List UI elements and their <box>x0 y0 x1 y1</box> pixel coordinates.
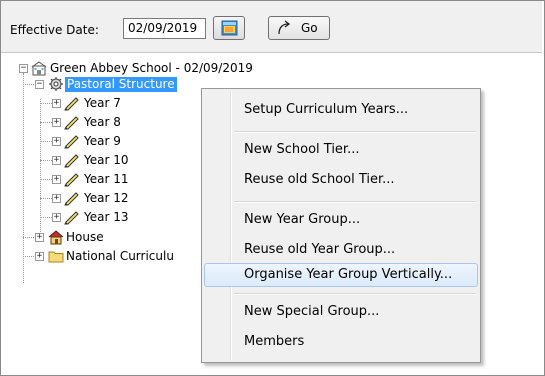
expand-toggle[interactable]: + <box>35 252 44 261</box>
tree-item-year[interactable]: Year 11 <box>84 172 129 187</box>
toolbar: Effective Date: 02/09/2019 Go <box>1 1 542 53</box>
tree-line <box>40 103 52 104</box>
tree-line <box>40 179 52 180</box>
effective-date-label: Effective Date: <box>10 23 99 37</box>
tree-root-label[interactable]: Green Abbey School - 02/09/2019 <box>50 61 253 76</box>
context-menu: Setup Curriculum Years... New School Tie… <box>201 88 481 363</box>
toolbar-divider <box>1 52 542 53</box>
tree-item-year[interactable]: Year 9 <box>84 134 121 149</box>
menu-separator <box>234 201 476 203</box>
go-button[interactable]: Go <box>268 16 330 40</box>
expand-toggle[interactable]: + <box>52 137 61 146</box>
menu-item-new-school-tier[interactable]: New School Tier... <box>204 138 478 162</box>
tree-line <box>40 217 52 218</box>
effective-date-input[interactable]: 02/09/2019 <box>123 18 206 39</box>
school-building-icon <box>31 61 47 76</box>
tree-item-house[interactable]: House <box>66 230 104 245</box>
menu-separator <box>234 131 476 133</box>
tree-line <box>40 198 52 199</box>
expand-toggle[interactable]: + <box>52 213 61 222</box>
year-pencil-icon <box>64 211 79 225</box>
menu-item-reuse-old-year-group[interactable]: Reuse old Year Group... <box>204 238 478 262</box>
year-pencil-icon <box>64 116 79 130</box>
tree-line <box>40 160 52 161</box>
menu-item-new-year-group[interactable]: New Year Group... <box>204 208 478 232</box>
tree-line <box>40 99 41 236</box>
tree-item-year[interactable]: Year 7 <box>84 96 121 111</box>
year-pencil-icon <box>64 135 79 149</box>
menu-separator <box>234 293 476 295</box>
tree-line <box>40 122 52 123</box>
year-pencil-icon <box>64 173 79 187</box>
expand-toggle[interactable]: + <box>52 194 61 203</box>
redo-arrow-icon <box>278 20 291 35</box>
menu-item-reuse-old-school-tier[interactable]: Reuse old School Tier... <box>204 168 478 192</box>
year-pencil-icon <box>64 192 79 206</box>
tree-item-year[interactable]: Year 8 <box>84 115 121 130</box>
menu-item-setup-curriculum-years[interactable]: Setup Curriculum Years... <box>204 98 478 122</box>
tree-item-national-curriculum[interactable]: National Curriculu <box>66 249 174 264</box>
folder-icon <box>48 251 64 263</box>
expand-toggle[interactable]: + <box>52 175 61 184</box>
tree-item-year[interactable]: Year 10 <box>84 153 129 168</box>
expand-toggle[interactable]: + <box>52 118 61 127</box>
expand-toggle[interactable]: + <box>52 99 61 108</box>
expand-toggle[interactable]: + <box>52 156 61 165</box>
tree-item-year[interactable]: Year 13 <box>84 210 129 225</box>
menu-item-members[interactable]: Members <box>204 330 478 354</box>
calendar-icon <box>221 20 238 36</box>
tree-line <box>40 141 52 142</box>
tree-item-year[interactable]: Year 12 <box>84 191 129 206</box>
calendar-button[interactable] <box>213 16 245 40</box>
menu-item-new-special-group[interactable]: New Special Group... <box>204 300 478 324</box>
menu-item-organise-year-group-vertically[interactable]: Organise Year Group Vertically... <box>204 263 478 287</box>
tree-item-pastoral-structure[interactable]: Pastoral Structure <box>65 77 177 92</box>
year-pencil-icon <box>64 97 79 111</box>
collapse-toggle[interactable]: − <box>35 80 44 89</box>
house-icon <box>48 230 64 245</box>
pastoral-gear-icon <box>49 77 63 91</box>
tree-line <box>23 73 24 283</box>
expand-toggle[interactable]: + <box>35 233 44 242</box>
year-pencil-icon <box>64 154 79 168</box>
collapse-toggle[interactable]: − <box>19 64 28 73</box>
go-button-label: Go <box>301 21 318 35</box>
